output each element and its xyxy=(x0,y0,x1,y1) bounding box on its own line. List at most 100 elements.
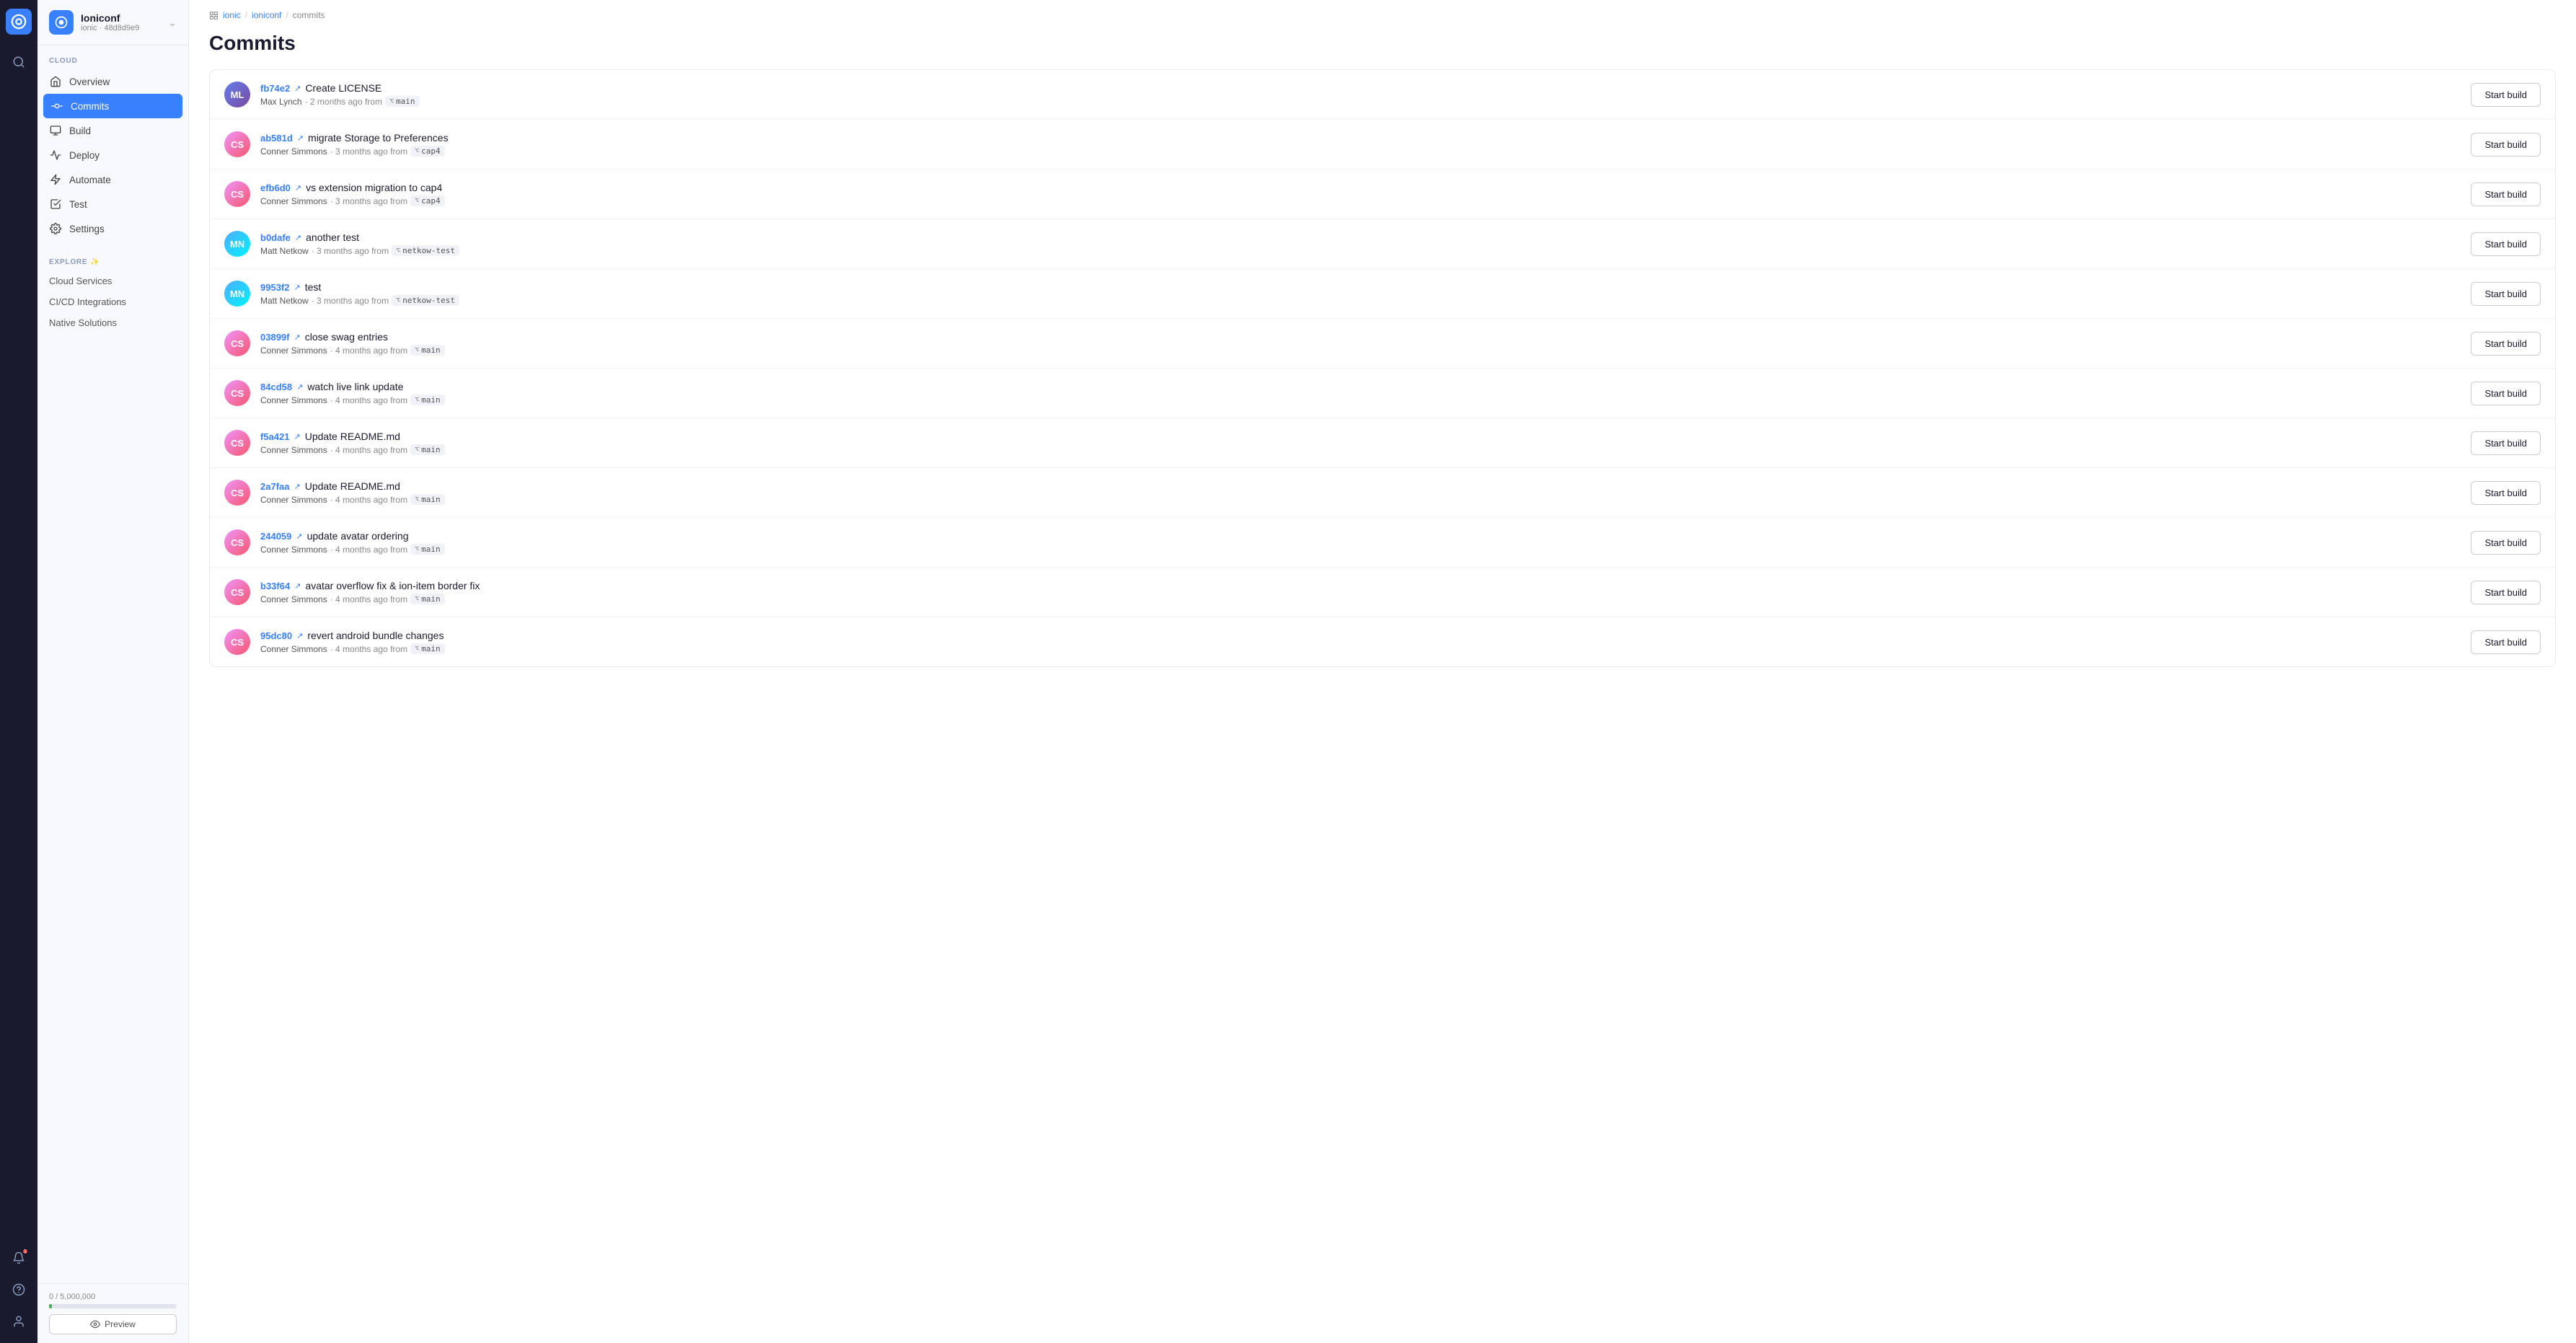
branch-icon: ⌥ xyxy=(396,247,400,255)
commit-hash[interactable]: 84cd58 xyxy=(260,382,292,392)
app-name: Ioniconf xyxy=(81,12,139,24)
app-chevron-icon[interactable]: ⌄ xyxy=(168,17,177,29)
help-icon[interactable] xyxy=(6,1277,32,1303)
commit-time: · 4 months ago from xyxy=(330,445,407,455)
avatar: MN xyxy=(224,231,250,257)
commit-title-line: 95dc80 ↗ revert android bundle changes xyxy=(260,630,2459,641)
start-build-button[interactable]: Start build xyxy=(2471,133,2541,157)
commit-meta: Matt Netkow · 3 months ago from ⌥netkow-… xyxy=(260,245,2459,256)
branch-icon: ⌥ xyxy=(415,147,419,155)
commit-row: CS 2a7faa ↗ Update README.md Conner Simm… xyxy=(210,468,2555,518)
commit-hash[interactable]: 03899f xyxy=(260,332,289,343)
start-build-button[interactable]: Start build xyxy=(2471,630,2541,654)
breadcrumb: ionic / ioniconf / commits xyxy=(209,0,2556,25)
commit-hash[interactable]: 95dc80 xyxy=(260,630,292,641)
commit-author: Conner Simmons xyxy=(260,196,327,206)
start-build-button[interactable]: Start build xyxy=(2471,182,2541,206)
explore-cicd-integrations[interactable]: CI/CD Integrations xyxy=(38,291,188,312)
start-build-button[interactable]: Start build xyxy=(2471,481,2541,505)
sidebar-footer: 0 / 5,000,000 Preview xyxy=(38,1283,188,1343)
commit-meta: Conner Simmons · 4 months ago from ⌥main xyxy=(260,494,2459,505)
app-logo[interactable] xyxy=(6,9,32,35)
commit-author: Conner Simmons xyxy=(260,395,327,405)
commit-row: CS 84cd58 ↗ watch live link update Conne… xyxy=(210,369,2555,418)
sidebar-item-settings[interactable]: Settings xyxy=(38,216,188,241)
breadcrumb-ioniconf[interactable]: ioniconf xyxy=(252,10,281,20)
commit-info: ab581d ↗ migrate Storage to Preferences … xyxy=(260,132,2459,157)
sidebar-item-build[interactable]: Build xyxy=(38,118,188,143)
commit-hash[interactable]: fb74e2 xyxy=(260,83,290,94)
start-build-button[interactable]: Start build xyxy=(2471,83,2541,107)
commit-meta: Conner Simmons · 3 months ago from ⌥cap4 xyxy=(260,146,2459,157)
sidebar-item-automate[interactable]: Automate xyxy=(38,167,188,192)
branch-icon: ⌥ xyxy=(415,595,419,603)
sidebar-item-deploy[interactable]: Deploy xyxy=(38,143,188,167)
start-build-button[interactable]: Start build xyxy=(2471,581,2541,604)
branch-icon: ⌥ xyxy=(396,296,400,304)
explore-cloud-services[interactable]: Cloud Services xyxy=(38,270,188,291)
sidebar-item-overview[interactable]: Overview xyxy=(38,69,188,94)
avatar: CS xyxy=(224,181,250,207)
branch-icon: ⌥ xyxy=(415,446,419,454)
sidebar-item-commits[interactable]: Commits xyxy=(43,94,182,118)
usage-bar-fill xyxy=(49,1304,52,1308)
breadcrumb-sep-2: / xyxy=(286,10,288,20)
sidebar-item-settings-label: Settings xyxy=(69,224,105,234)
commit-info: 03899f ↗ close swag entries Conner Simmo… xyxy=(260,331,2459,356)
commit-meta: Matt Netkow · 3 months ago from ⌥netkow-… xyxy=(260,295,2459,306)
external-link-icon: ↗ xyxy=(294,581,301,591)
commit-message: test xyxy=(305,281,322,293)
commit-author: Matt Netkow xyxy=(260,296,309,306)
sidebar-item-overview-label: Overview xyxy=(69,76,110,87)
commit-meta: Max Lynch · 2 months ago from ⌥main xyxy=(260,96,2459,107)
app-title-block: Ioniconf ionic · 48d8d9e9 xyxy=(81,12,139,32)
grid-icon xyxy=(209,11,219,20)
commit-author: Conner Simmons xyxy=(260,495,327,505)
branch-badge: ⌥main xyxy=(410,594,445,604)
account-icon[interactable] xyxy=(6,1308,32,1334)
commit-hash[interactable]: ab581d xyxy=(260,133,293,144)
build-icon xyxy=(49,124,62,137)
breadcrumb-ionic[interactable]: ionic xyxy=(223,10,241,20)
commit-hash[interactable]: b0dafe xyxy=(260,232,291,243)
start-build-button[interactable]: Start build xyxy=(2471,332,2541,356)
commit-info: 244059 ↗ update avatar ordering Conner S… xyxy=(260,530,2459,555)
start-build-button[interactable]: Start build xyxy=(2471,531,2541,555)
preview-button[interactable]: Preview xyxy=(49,1314,177,1334)
commit-message: Update README.md xyxy=(305,480,400,492)
commit-meta: Conner Simmons · 4 months ago from ⌥main xyxy=(260,345,2459,356)
commit-hash[interactable]: 9953f2 xyxy=(260,282,289,293)
branch-badge: ⌥netkow-test xyxy=(392,295,459,306)
commit-row: CS f5a421 ↗ Update README.md Conner Simm… xyxy=(210,418,2555,468)
commit-author: Conner Simmons xyxy=(260,345,327,356)
commit-author: Conner Simmons xyxy=(260,594,327,604)
commit-row: CS ab581d ↗ migrate Storage to Preferenc… xyxy=(210,120,2555,169)
commit-hash[interactable]: 2a7faa xyxy=(260,481,289,492)
sidebar-item-test[interactable]: Test xyxy=(38,192,188,216)
commit-hash[interactable]: b33f64 xyxy=(260,581,290,591)
avatar: CS xyxy=(224,480,250,506)
commit-time: · 4 months ago from xyxy=(330,644,407,654)
commit-message: migrate Storage to Preferences xyxy=(308,132,449,144)
start-build-button[interactable]: Start build xyxy=(2471,232,2541,256)
search-icon[interactable] xyxy=(6,49,32,75)
start-build-button[interactable]: Start build xyxy=(2471,431,2541,455)
app-header: Ioniconf ionic · 48d8d9e9 ⌄ xyxy=(38,0,188,45)
commit-hash[interactable]: f5a421 xyxy=(260,431,289,442)
explore-native-solutions[interactable]: Native Solutions xyxy=(38,312,188,333)
start-build-button[interactable]: Start build xyxy=(2471,382,2541,405)
branch-badge: ⌥main xyxy=(410,544,445,555)
usage-label: 0 / 5,000,000 xyxy=(49,1293,177,1301)
commit-title-line: efb6d0 ↗ vs extension migration to cap4 xyxy=(260,182,2459,193)
branch-badge: ⌥main xyxy=(410,643,445,654)
external-link-icon: ↗ xyxy=(294,84,301,93)
external-link-icon: ↗ xyxy=(297,133,304,143)
commit-author: Matt Netkow xyxy=(260,246,309,256)
notifications-icon[interactable]: 1 xyxy=(6,1245,32,1271)
commit-author: Max Lynch xyxy=(260,97,302,107)
commit-info: 95dc80 ↗ revert android bundle changes C… xyxy=(260,630,2459,654)
start-build-button[interactable]: Start build xyxy=(2471,282,2541,306)
commit-hash[interactable]: 244059 xyxy=(260,531,291,542)
commit-message: update avatar ordering xyxy=(307,530,409,542)
commit-hash[interactable]: efb6d0 xyxy=(260,182,291,193)
